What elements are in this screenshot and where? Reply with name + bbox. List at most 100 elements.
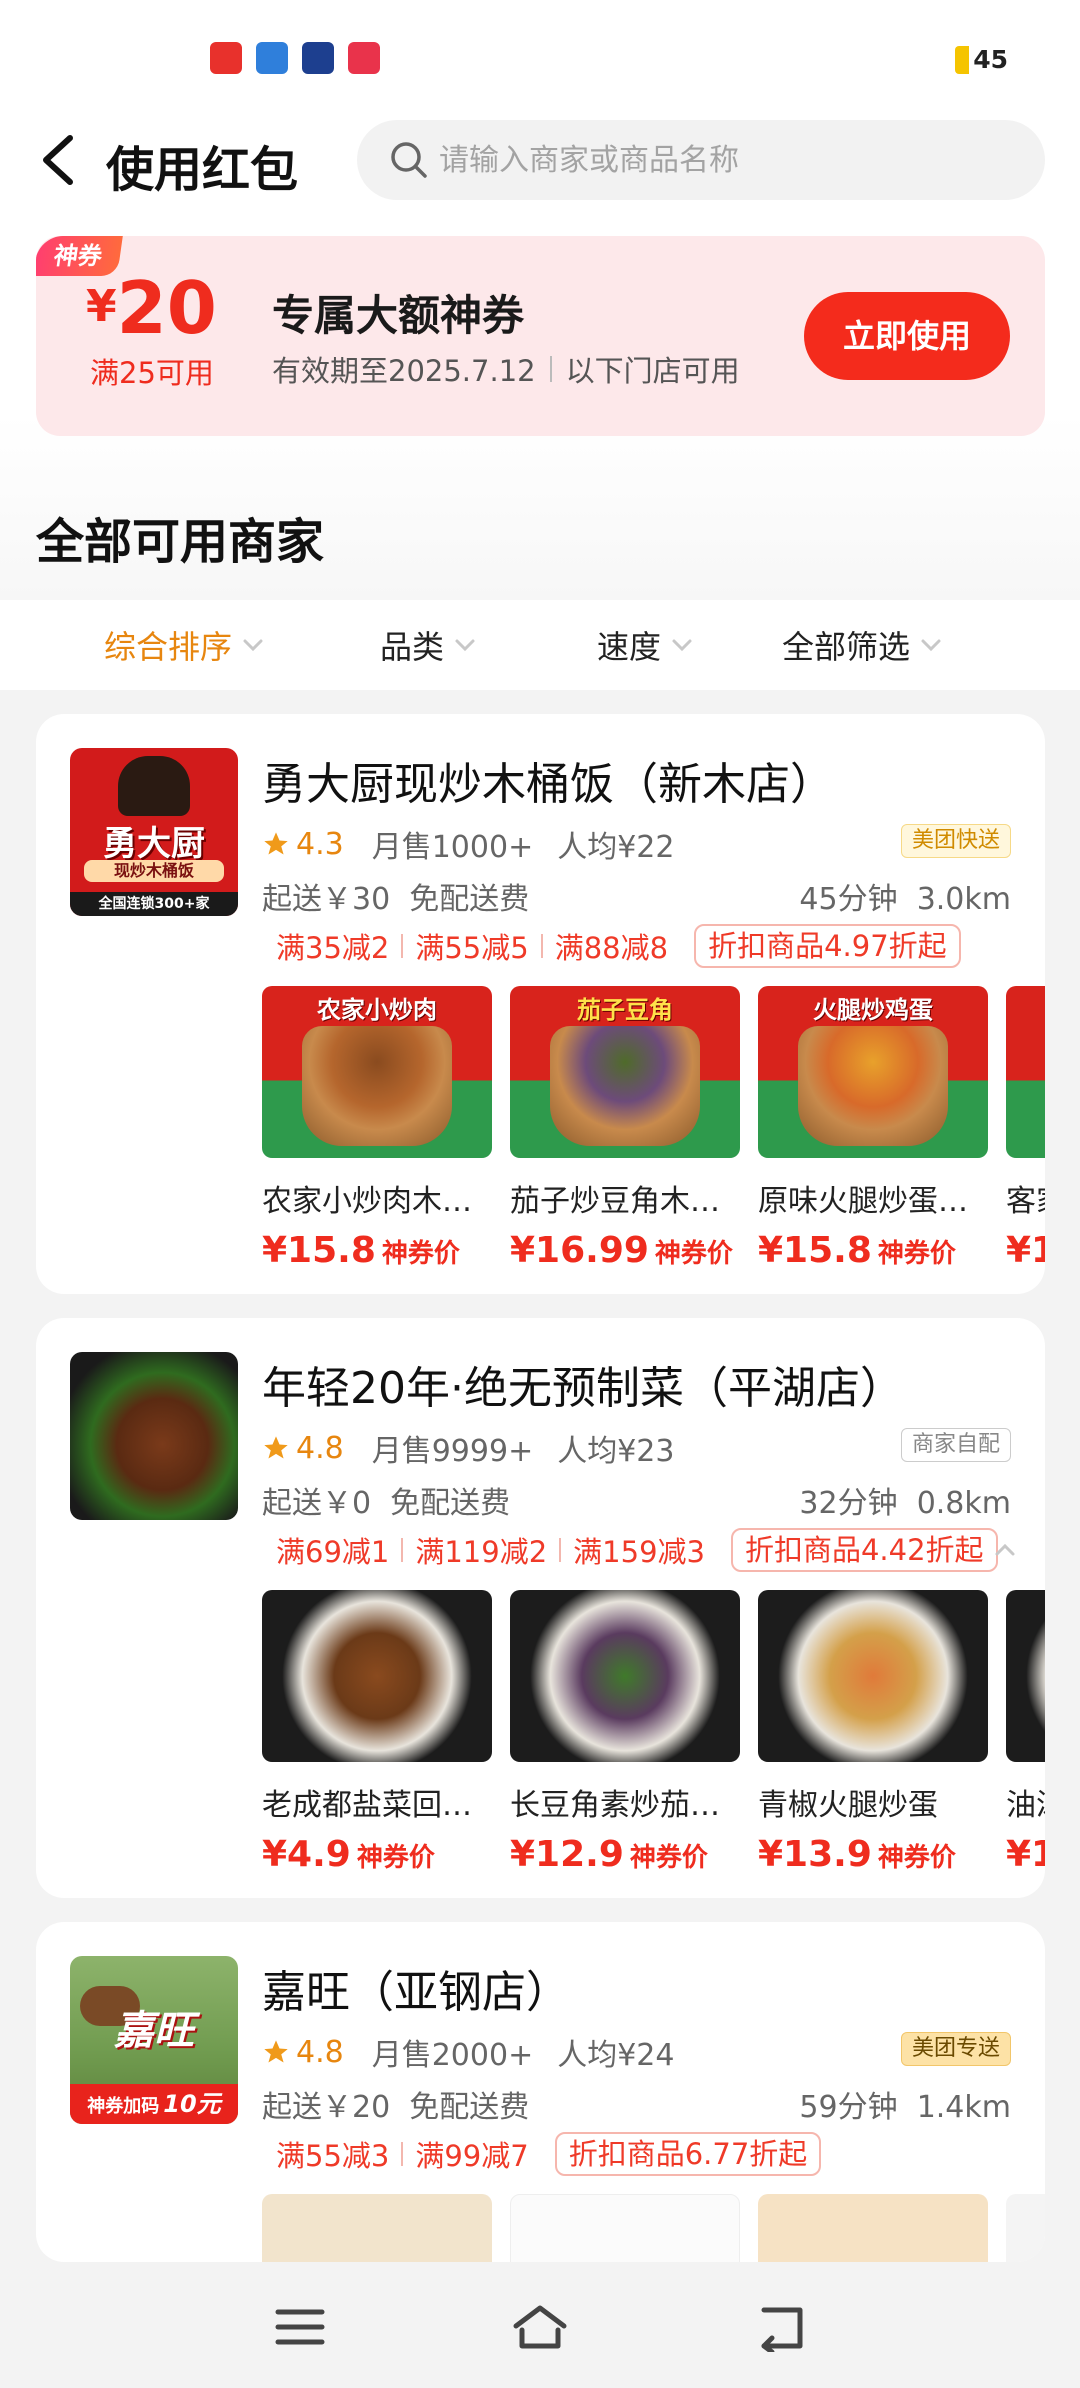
discount-tag: 折扣商品6.77折起 — [554, 2132, 822, 2176]
dish-name: 农家小炒肉木… — [262, 1184, 472, 1219]
dish-name: 油泼 — [1006, 1788, 1045, 1823]
bucket-rice — [798, 1026, 948, 1146]
promo-tag: 满159减3 — [573, 1535, 705, 1569]
time-distance: 59分钟 1.4km — [799, 2082, 1011, 2126]
search-icon — [391, 142, 427, 178]
star-icon — [264, 2040, 288, 2063]
bucket-rice — [550, 1026, 700, 1146]
shop-logo: 嘉旺 神券加码 10元 — [70, 1956, 238, 2124]
price-tag: 神券价 — [629, 1843, 708, 1873]
shop-logo-text: 嘉旺 — [114, 2008, 194, 2054]
back-button[interactable] — [36, 132, 86, 188]
dish-banner: 茄子豆角 — [577, 996, 673, 1024]
dish-image — [262, 1590, 492, 1762]
dish-item[interactable]: 农家小炒肉 农家小炒肉木… ¥15.8 神券价 — [262, 986, 492, 1271]
chevron-up-icon[interactable] — [994, 1543, 1016, 1557]
filter-speed[interactable]: 速度 — [597, 622, 693, 668]
shop-card[interactable]: 嘉旺 神券加码 10元 嘉旺（亚钢店） 4.8 月售2000+ 人均¥24 美团专… — [36, 1922, 1045, 2262]
promo-tag: 满88减8 — [554, 931, 669, 965]
dish-item[interactable]: 长豆角素炒茄… ¥12.9 神券价 — [510, 1590, 740, 1875]
distance: 1.4km — [916, 2090, 1011, 2125]
home-icon[interactable] — [510, 2302, 570, 2352]
dish-item[interactable] — [758, 2194, 988, 2262]
coupon-value: 20 — [116, 266, 217, 350]
min-order-info: 起送￥30 免配送费 — [262, 874, 529, 918]
dish-item[interactable]: 油泼 ¥1 — [1006, 1590, 1045, 1875]
header: 使用红包 — [0, 118, 1080, 202]
delivery-badge: 商家自配 — [900, 1428, 1011, 1462]
dish-image — [510, 2194, 740, 2262]
dish-name: 原味火腿炒蛋… — [758, 1184, 968, 1219]
dish-price: ¥1 — [1006, 1834, 1045, 1875]
dish-item[interactable]: 火腿炒鸡蛋 原味火腿炒蛋… ¥15.8 神券价 — [758, 986, 988, 1271]
shop-card[interactable]: 年轻20年·绝无预制菜（平湖店） 4.8 月售9999+ 人均¥23 商家自配 … — [36, 1318, 1045, 1898]
filter-label: 全部筛选 — [782, 628, 911, 666]
rating-score: 4.3 — [296, 826, 344, 862]
coupon-card: 神券 ¥20 满25可用 专属大额神券 有效期至2025.7.12 以下门店可用… — [36, 236, 1045, 436]
coupon-condition: 满25可用 — [90, 356, 214, 390]
dish-price: ¥12.9 — [510, 1834, 624, 1875]
discount-tag: 折扣商品4.97折起 — [694, 924, 961, 968]
shop-name: 嘉旺（亚钢店） — [262, 1967, 570, 2018]
chevron-down-icon — [455, 639, 475, 652]
filter-sort[interactable]: 综合排序 — [104, 622, 264, 668]
filter-category[interactable]: 品类 — [380, 622, 476, 668]
status-bar: 45 — [0, 0, 1080, 110]
promo-tag: 满55减5 — [415, 931, 529, 965]
avg-price: 人均¥23 — [557, 1434, 675, 1469]
min-order: 起送￥0 — [262, 1486, 372, 1521]
notification-icons — [210, 42, 380, 74]
dish-price: ¥15.8 — [758, 1230, 872, 1271]
back-icon[interactable] — [750, 2302, 810, 2352]
dish-image: 火腿炒鸡蛋 — [758, 986, 988, 1158]
dish-item[interactable] — [262, 2194, 492, 2262]
use-now-button[interactable]: 立即使用 — [804, 292, 1010, 380]
app-icon-pink — [348, 42, 380, 74]
promo-tag: 满119减2 — [415, 1535, 548, 1569]
delivery-fee: 免配送费 — [390, 1486, 511, 1521]
chevron-down-icon — [921, 639, 941, 652]
dish-item[interactable] — [510, 2194, 740, 2262]
price-tag: 神券价 — [356, 1843, 435, 1873]
dish-strip[interactable] — [262, 2194, 1045, 2262]
coupon-title: 专属大额神券 — [272, 291, 525, 340]
search-box[interactable] — [357, 120, 1045, 200]
dish-banner: 农家小炒肉 — [317, 996, 437, 1024]
promo-tag: 满69减1 — [276, 1535, 390, 1569]
price-tag: 神券价 — [654, 1239, 733, 1269]
dish-item[interactable]: 老成都盐菜回… ¥4.9 神券价 — [262, 1590, 492, 1875]
time-distance: 45分钟 3.0km — [799, 874, 1011, 918]
shop-card[interactable]: 勇大厨 现炒木桶饭 全国连锁300+家 勇大厨现炒木桶饭（新木店） 4.3 月售… — [36, 714, 1045, 1294]
min-order: 起送￥30 — [262, 882, 391, 917]
battery-indicator: 45 — [955, 45, 1008, 74]
dish-item[interactable] — [1006, 2194, 1045, 2262]
search-input[interactable] — [439, 120, 1019, 200]
dish-strip[interactable]: 农家小炒肉 农家小炒肉木… ¥15.8 神券价 茄子豆角 茄子炒豆角木… ¥16.… — [262, 986, 1045, 1286]
section-title: 全部可用商家 — [36, 514, 325, 570]
dish-price-row: ¥1 — [1006, 1834, 1045, 1875]
promo-tag: 满35减2 — [276, 931, 390, 965]
filter-label: 综合排序 — [104, 628, 233, 666]
menu-icon[interactable] — [270, 2302, 330, 2352]
dish-price: ¥4.9 — [262, 1834, 351, 1875]
dish-price-row: ¥13.9 神券价 — [758, 1834, 988, 1875]
dish-name: 老成都盐菜回… — [262, 1788, 472, 1823]
dish-item[interactable]: 茄子豆角 茄子炒豆角木… ¥16.99 神券价 — [510, 986, 740, 1271]
delivery-time: 45分钟 — [799, 882, 898, 917]
filter-label: 速度 — [597, 628, 662, 666]
dish-image — [758, 2194, 988, 2262]
distance: 3.0km — [916, 882, 1011, 917]
min-order-info: 起送￥0 免配送费 — [262, 1478, 510, 1522]
dish-image: 茄子豆角 — [510, 986, 740, 1158]
dish-item[interactable]: 客家 ¥1 — [1006, 986, 1045, 1271]
dish-item[interactable]: 青椒火腿炒蛋 ¥13.9 神券价 — [758, 1590, 988, 1875]
avg-price: 人均¥22 — [557, 830, 675, 865]
filter-all[interactable]: 全部筛选 — [782, 622, 942, 668]
shop-logo-chain: 全国连锁300+家 — [70, 892, 238, 916]
dish-strip[interactable]: 老成都盐菜回… ¥4.9 神券价 长豆角素炒茄… ¥12.9 神券价 青椒火腿炒蛋 … — [262, 1590, 1045, 1890]
battery-icon — [955, 45, 970, 74]
time-distance: 32分钟 0.8km — [799, 1478, 1011, 1522]
delivery-badge: 美团专送 — [900, 2032, 1011, 2066]
filter-label: 品类 — [380, 628, 445, 666]
dish-image — [1006, 986, 1045, 1158]
